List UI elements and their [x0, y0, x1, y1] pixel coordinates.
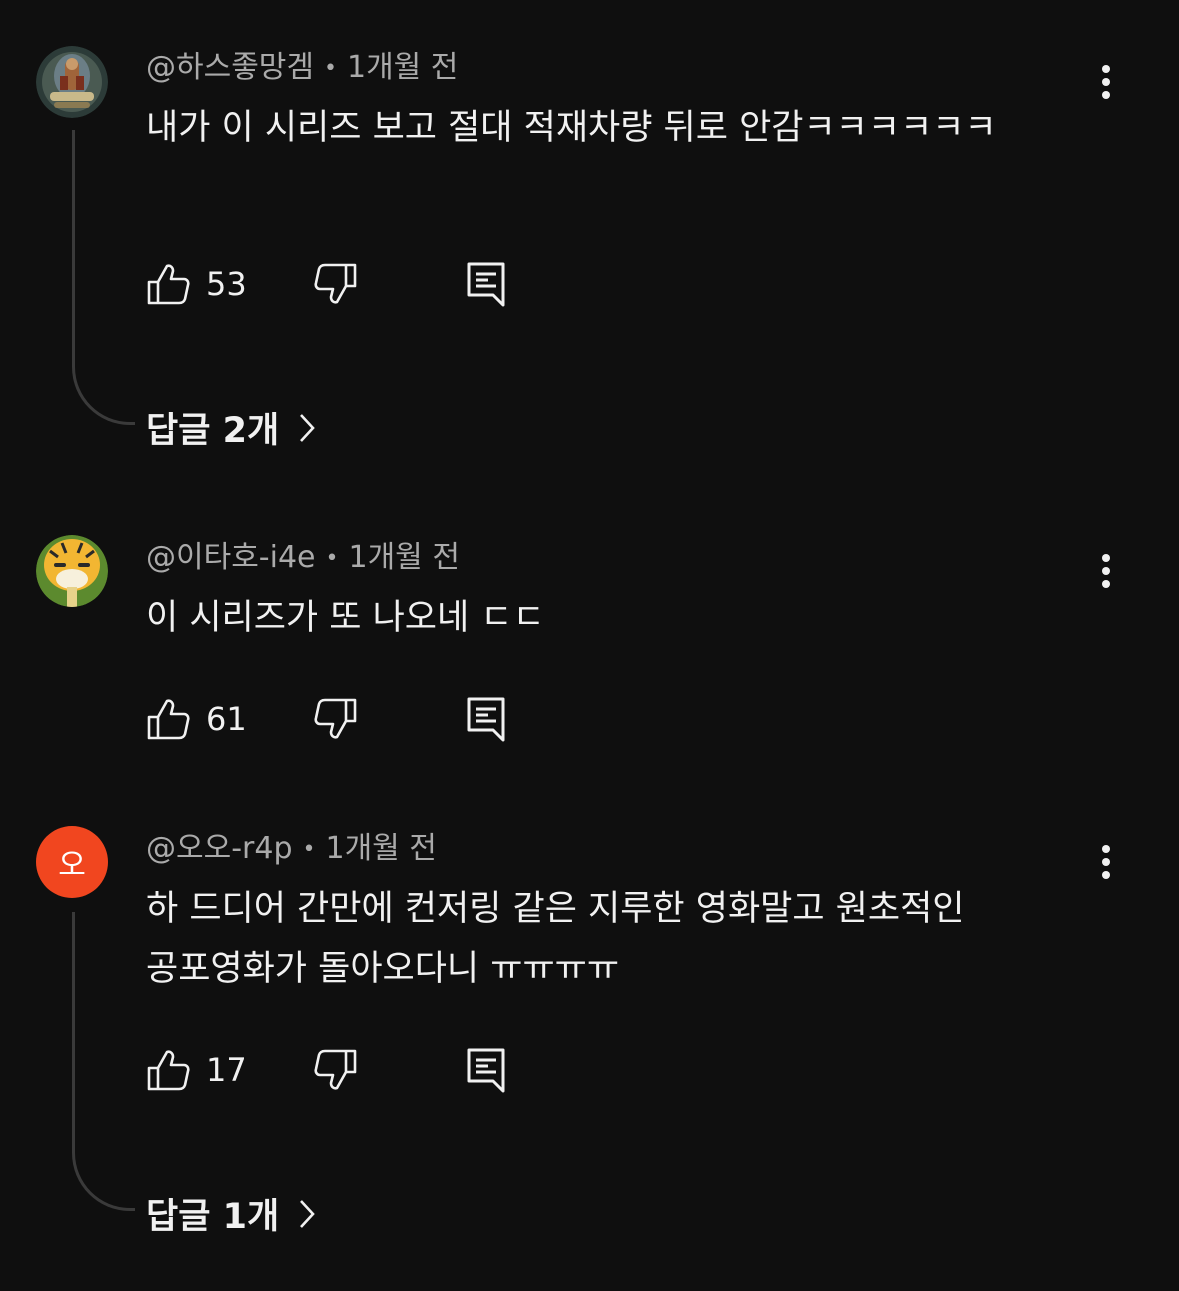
author-name[interactable]: @이타호-i4e [146, 540, 316, 575]
avatar-letter: 오 [58, 848, 86, 883]
reply-button[interactable] [466, 1045, 506, 1095]
meta-separator: • [302, 836, 316, 862]
chevron-right-icon [299, 1199, 315, 1229]
thumbs-up-icon [147, 699, 190, 740]
more-options-button[interactable] [1088, 840, 1124, 884]
reply-comment-icon [467, 697, 505, 742]
comment-time[interactable]: 1개월 전 [349, 540, 460, 575]
thumbs-up-icon [147, 264, 190, 305]
comment-text: 내가 이 시리즈 보고 절대 적재차량 뒤로 안감ㅋㅋㅋㅋㅋㅋ [146, 108, 997, 148]
dislike-button[interactable] [314, 1045, 358, 1095]
like-button[interactable]: 61 [146, 694, 247, 744]
reply-button[interactable] [466, 259, 506, 309]
avatar[interactable] [36, 46, 108, 118]
thumbs-up-icon [147, 1050, 190, 1091]
meta-separator: • [325, 545, 339, 571]
avatar[interactable]: 오 [36, 826, 108, 898]
more-vertical-icon [1102, 554, 1110, 588]
thumbs-down-icon [314, 263, 357, 304]
author-name[interactable]: @하스좋망겜 [146, 50, 314, 85]
chevron-right-icon [299, 413, 315, 443]
comment-meta: @오오-r4p • 1개월 전 [146, 829, 437, 870]
replies-label: 답글 2개 [146, 411, 280, 451]
comment-time[interactable]: 1개월 전 [325, 831, 436, 866]
reply-comment-icon [467, 262, 505, 307]
comment-actions: 61 [146, 694, 546, 744]
thumbs-down-icon [314, 698, 357, 739]
author-name[interactable]: @오오-r4p [146, 831, 293, 866]
like-count: 17 [206, 1051, 247, 1089]
more-options-button[interactable] [1088, 60, 1124, 104]
comment-text: 하 드디어 간만에 컨저링 같은 지루한 영화말고 원초적인 공포영화가 돌아오… [146, 889, 965, 989]
comment-time[interactable]: 1개월 전 [347, 50, 458, 85]
more-vertical-icon [1102, 65, 1110, 99]
avatar-image [36, 46, 108, 118]
avatar-image [36, 535, 108, 607]
comment-text: 이 시리즈가 또 나오네 ㄷㄷ [146, 598, 545, 638]
comment-meta: @하스좋망겜 • 1개월 전 [146, 48, 458, 89]
reply-thread-line [72, 912, 135, 1211]
like-button[interactable]: 53 [146, 259, 247, 309]
comment-actions: 53 [146, 259, 546, 309]
more-vertical-icon [1102, 845, 1110, 879]
reply-thread-line [72, 130, 135, 425]
avatar[interactable] [36, 535, 108, 607]
dislike-button[interactable] [314, 694, 358, 744]
view-replies-button[interactable]: 답글 1개 [146, 1188, 315, 1239]
reply-button[interactable] [466, 694, 506, 744]
replies-label: 답글 1개 [146, 1197, 280, 1237]
comment-meta: @이타호-i4e • 1개월 전 [146, 538, 460, 579]
view-replies-button[interactable]: 답글 2개 [146, 402, 315, 453]
more-options-button[interactable] [1088, 549, 1124, 593]
dislike-button[interactable] [314, 259, 358, 309]
comment-actions: 17 [146, 1045, 546, 1095]
like-button[interactable]: 17 [146, 1045, 247, 1095]
like-count: 61 [206, 700, 247, 738]
reply-comment-icon [467, 1048, 505, 1093]
like-count: 53 [206, 265, 247, 303]
thumbs-down-icon [314, 1049, 357, 1090]
meta-separator: • [324, 55, 337, 81]
